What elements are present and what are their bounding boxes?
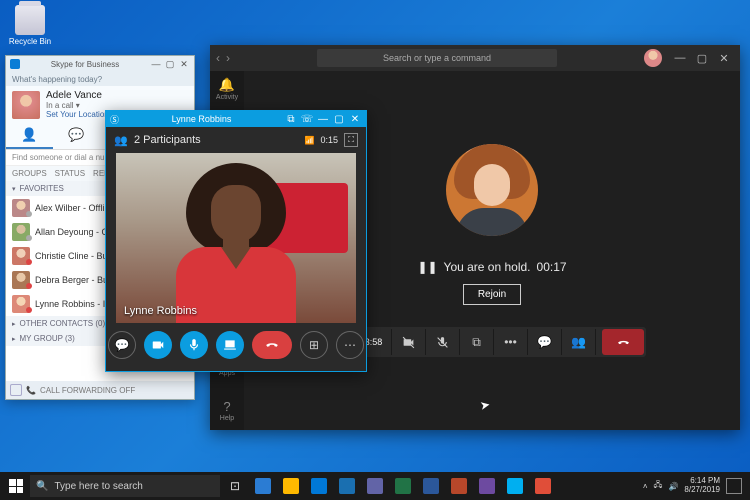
maximize-button[interactable]: ▢	[332, 114, 346, 125]
filter-status[interactable]: STATUS	[55, 169, 85, 178]
teams-nav-fwd[interactable]: ›	[226, 51, 230, 65]
tab-contacts[interactable]: 👤	[6, 123, 53, 149]
taskbar-app[interactable]	[362, 474, 388, 498]
sfb-note-input[interactable]: What's happening today?	[6, 72, 194, 86]
camera-button[interactable]	[144, 331, 172, 359]
self-avatar[interactable]	[12, 91, 40, 119]
teams-nav-back[interactable]: ‹	[216, 51, 220, 65]
more-button[interactable]: ⋯	[336, 331, 364, 359]
close-button[interactable]: ✕	[178, 59, 190, 70]
hangup-button[interactable]	[602, 329, 644, 355]
teams-user-avatar[interactable]	[644, 49, 662, 67]
pause-icon: ❚❚	[417, 260, 437, 274]
task-view-button[interactable]: ⊡	[222, 474, 248, 498]
cursor-icon: ➤	[479, 397, 491, 413]
taskbar-search[interactable]: 🔍Type here to search	[30, 475, 220, 497]
mic-button[interactable]	[180, 331, 208, 359]
hold-status: ❚❚ You are on hold. 00:17	[417, 260, 566, 274]
remote-video: Lynne Robbins	[116, 153, 356, 323]
filter-groups[interactable]: GROUPS	[12, 169, 47, 178]
search-icon: 🔍	[36, 481, 48, 492]
teams-titlebar: ‹ › Search or type a command — ▢ ✕	[210, 45, 740, 71]
skype-icon	[10, 59, 20, 69]
teams-search-input[interactable]: Search or type a command	[317, 49, 557, 67]
device-select[interactable]	[10, 384, 22, 396]
recycle-bin-label: Recycle Bin	[5, 37, 55, 46]
mic-toggle[interactable]	[426, 329, 460, 355]
maximize-button[interactable]: ▢	[692, 52, 712, 65]
share-button[interactable]: ⧉	[460, 329, 494, 355]
rejoin-button[interactable]: Rejoin	[463, 284, 521, 305]
chat-toggle[interactable]: 💬	[528, 329, 562, 355]
self-status-dropdown[interactable]: In a call ▾	[46, 101, 115, 110]
call-title: Lynne Robbins	[119, 114, 284, 124]
taskbar-clock[interactable]: 6:14 PM 8/27/2019	[684, 477, 720, 495]
call-controls: 💬 ⊞ ⋯	[106, 323, 366, 367]
skype-icon: Ⓢ	[110, 113, 119, 126]
start-button[interactable]	[4, 474, 28, 498]
more-actions[interactable]: •••	[494, 329, 528, 355]
taskbar: 🔍Type here to search ⊡ ˄ 🖧 🔊 6:14 PM 8/2…	[0, 472, 750, 500]
sfb-footer: 📞 CALL FORWARDING OFF	[6, 381, 194, 399]
minimize-button[interactable]: —	[150, 59, 162, 70]
call-forwarding-status[interactable]: CALL FORWARDING OFF	[40, 386, 135, 395]
remote-name-label: Lynne Robbins	[124, 305, 197, 317]
rail-activity[interactable]: 🔔Activity	[214, 77, 240, 101]
taskbar-app[interactable]	[418, 474, 444, 498]
camera-toggle[interactable]	[392, 329, 426, 355]
action-center-button[interactable]	[726, 478, 742, 494]
participants-toggle[interactable]: 👥	[562, 329, 596, 355]
rail-help[interactable]: ?Help	[214, 399, 240, 422]
dialpad-button[interactable]: ⊞	[300, 331, 328, 359]
teams-call-controls: 03:58 ⧉ ••• 💬 👥	[338, 327, 646, 357]
skype-call-window: Ⓢ Lynne Robbins ⧉ ☏ — ▢ ✕ 👥 2 Participan…	[105, 110, 367, 372]
tab-conversations[interactable]: 💬	[53, 123, 100, 149]
taskbar-app[interactable]	[278, 474, 304, 498]
recycle-bin-icon	[15, 5, 45, 35]
call-timer: 0:15	[320, 135, 338, 145]
sfb-titlebar: Skype for Business — ▢ ✕	[6, 56, 194, 72]
hold-timer: 00:17	[537, 260, 567, 274]
participants-count: 2 Participants	[134, 134, 299, 146]
tray-network-icon[interactable]: 🖧	[654, 479, 663, 493]
tray-chevron[interactable]: ˄	[643, 482, 648, 491]
tray-volume-icon[interactable]: 🔊	[668, 482, 678, 491]
taskbar-app[interactable]	[446, 474, 472, 498]
phone-icon: 📞	[26, 386, 36, 395]
call-titlebar: Ⓢ Lynne Robbins ⧉ ☏ — ▢ ✕	[106, 111, 366, 127]
share-button[interactable]	[216, 331, 244, 359]
sfb-title: Skype for Business	[24, 60, 146, 69]
maximize-button[interactable]: ▢	[164, 59, 176, 70]
taskbar-app[interactable]	[390, 474, 416, 498]
close-button[interactable]: ✕	[348, 114, 362, 125]
minimize-button[interactable]: —	[316, 114, 330, 125]
self-name: Adele Vance	[46, 90, 115, 101]
hangup-button[interactable]	[252, 331, 292, 359]
im-button[interactable]: 💬	[108, 331, 136, 359]
taskbar-app[interactable]	[306, 474, 332, 498]
taskbar-app[interactable]	[250, 474, 276, 498]
taskbar-app[interactable]	[502, 474, 528, 498]
popout-button[interactable]: ⧉	[284, 114, 298, 125]
taskbar-app[interactable]	[530, 474, 556, 498]
remote-avatar	[446, 144, 538, 236]
minimize-button[interactable]: —	[670, 52, 690, 65]
participants-icon[interactable]: 👥	[114, 133, 128, 147]
phone-icon[interactable]: ☏	[300, 114, 314, 125]
recycle-bin[interactable]: Recycle Bin	[5, 5, 55, 46]
call-header: 👥 2 Participants 📶 0:15 ⛶	[106, 127, 366, 153]
signal-icon: 📶	[305, 136, 315, 145]
close-button[interactable]: ✕	[714, 52, 734, 65]
taskbar-app[interactable]	[474, 474, 500, 498]
fullscreen-button[interactable]: ⛶	[344, 133, 358, 147]
taskbar-app[interactable]	[334, 474, 360, 498]
